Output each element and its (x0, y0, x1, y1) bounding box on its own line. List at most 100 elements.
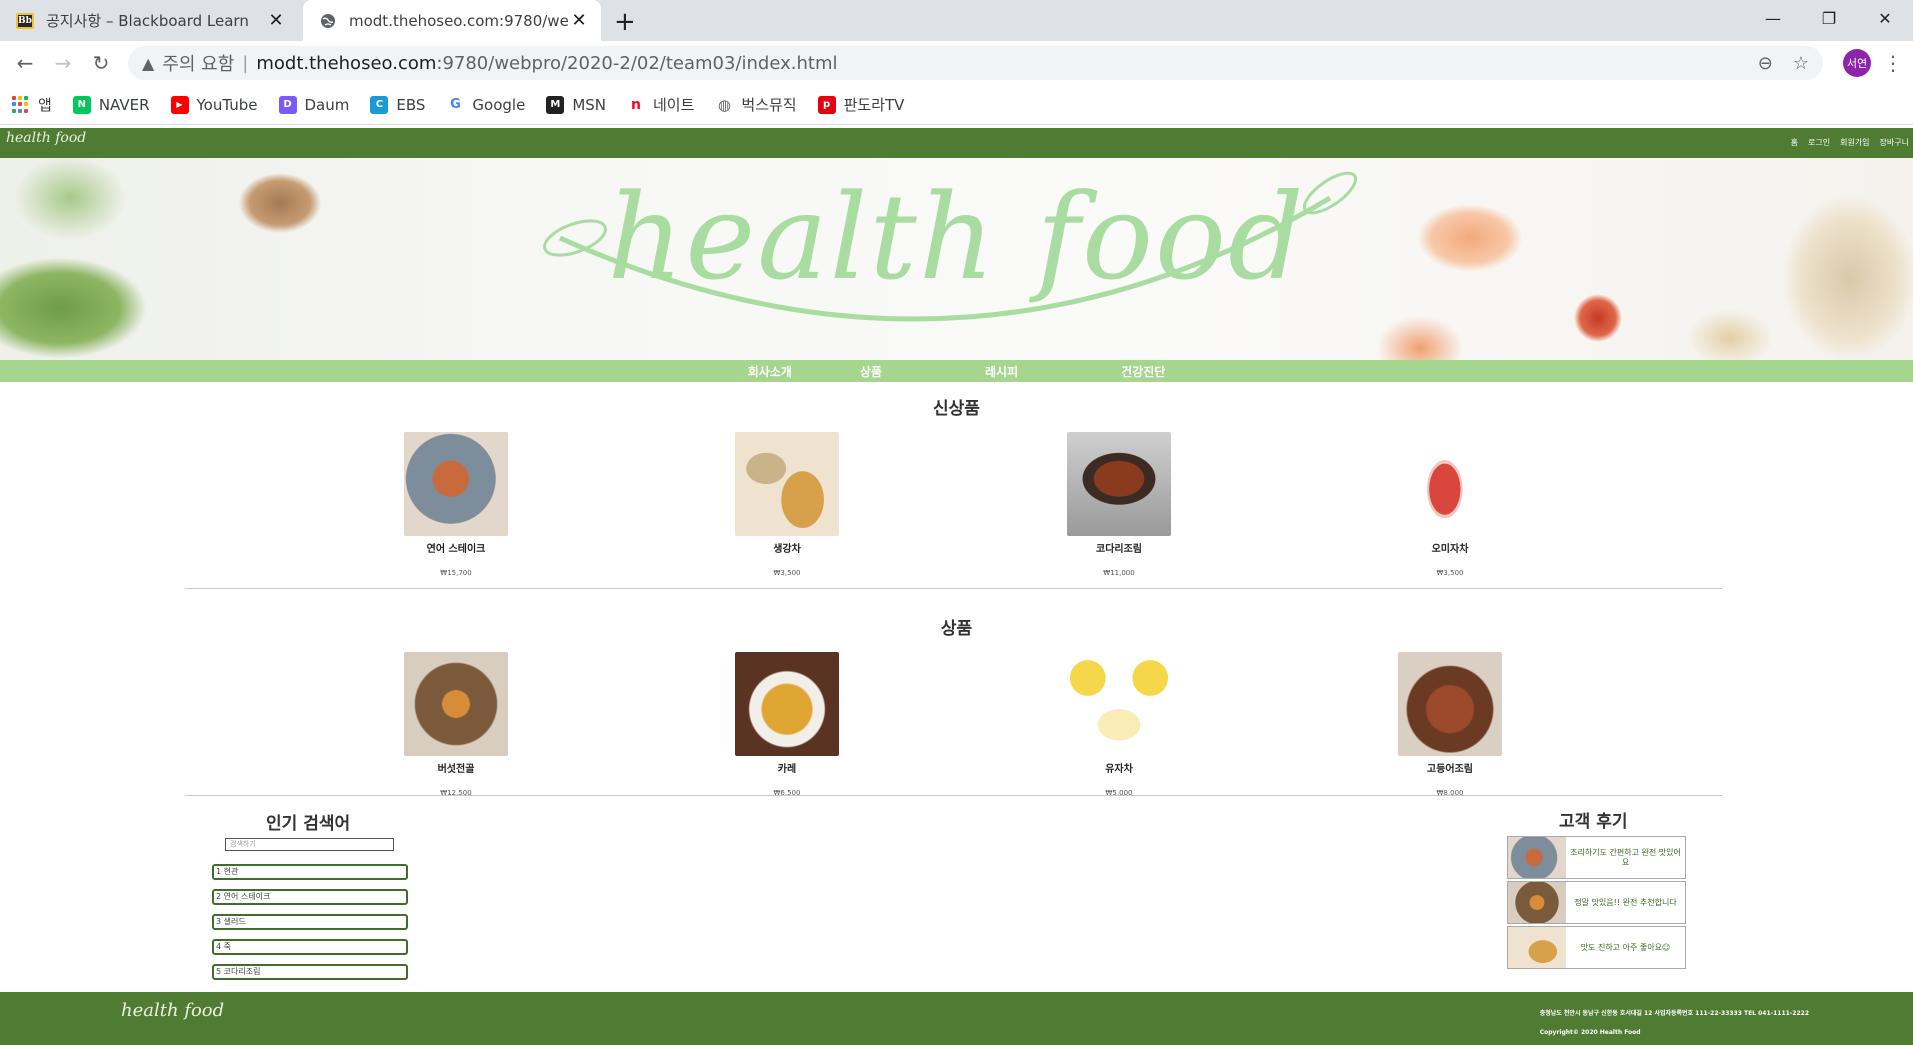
address-separator: | (242, 52, 249, 74)
product-name[interactable]: 오미자차 (1398, 540, 1502, 555)
menu-recipes[interactable]: 레시피 (985, 363, 1018, 380)
web-page: health food 홈 로그인 회원가입 장바구니 health food … (0, 128, 1913, 1045)
tab-title: modt.thehoseo.com:9780/webpro/2020-2/02/… (349, 11, 569, 30)
profile-avatar[interactable]: 서연 (1843, 49, 1871, 77)
product-image[interactable] (1067, 432, 1171, 536)
signup-link[interactable]: 회원가입 (1840, 137, 1869, 148)
bottom-section: 인기 검색어 검색하기 1 현관 2 연어 스테이크 3 샐러드 4 죽 5 코… (0, 796, 1913, 996)
product-name[interactable]: 버섯전골 (404, 760, 508, 775)
keyword-item[interactable]: 3 샐러드 (212, 914, 408, 930)
customer-reviews-title: 고객 후기 (1559, 812, 1628, 832)
product-name[interactable]: 고등어조림 (1398, 760, 1502, 775)
product-card[interactable]: 버섯전골 ₩12,500 (404, 652, 508, 797)
back-arrow-icon[interactable]: ← (8, 46, 42, 80)
bookmark-daum[interactable]: D Daum (278, 95, 350, 114)
hero-brand-text: health food (607, 168, 1306, 306)
review-text: 맛도 진하고 아주 좋아요☺ (1580, 942, 1671, 952)
review-card[interactable]: 정말 맛있음!! 완전 추천합니다 (1507, 881, 1686, 924)
url-host: modt.thehoseo.com (256, 52, 437, 74)
bookmark-bugs[interactable]: ◍ 벅스뮤직 (715, 94, 797, 115)
bookmark-google[interactable]: G Google (446, 95, 525, 114)
menu-products[interactable]: 상품 (860, 363, 882, 380)
review-text: 정말 맛있음!! 완전 추천합니다 (1574, 897, 1677, 907)
site-topbar: health food 홈 로그인 회원가입 장바구니 (0, 128, 1913, 158)
product-image[interactable] (735, 432, 839, 536)
cart-link[interactable]: 장바구니 (1880, 137, 1909, 148)
keyword-item[interactable]: 1 현관 (212, 864, 408, 880)
forward-arrow-icon[interactable]: → (46, 46, 80, 80)
footer-logo[interactable]: health food (121, 1000, 224, 1021)
security-label[interactable]: 주의 요함 (162, 50, 234, 76)
product-image[interactable] (404, 432, 508, 536)
bookmark-nate[interactable]: n 네이트 (627, 94, 694, 115)
product-card[interactable]: 코다리조림 ₩11,000 (1067, 432, 1171, 577)
login-link[interactable]: 로그인 (1808, 137, 1830, 148)
nate-icon: n (627, 95, 645, 114)
bookmark-label: 벅스뮤직 (741, 96, 797, 114)
bookmark-label: MSN (572, 95, 606, 114)
minimize-button[interactable]: — (1745, 0, 1801, 36)
review-card[interactable]: 맛도 진하고 아주 좋아요☺ (1507, 926, 1686, 969)
product-image[interactable] (1067, 652, 1171, 756)
product-card[interactable]: 고등어조림 ₩8,000 (1398, 652, 1502, 797)
product-image[interactable] (1398, 432, 1502, 536)
google-icon: G (446, 95, 465, 114)
product-name[interactable]: 코다리조림 (1067, 540, 1171, 555)
bookmark-naver[interactable]: N NAVER (72, 95, 150, 114)
menu-health-check[interactable]: 건강진단 (1121, 363, 1165, 380)
bookmark-pandora[interactable]: p 판도라TV (817, 94, 905, 115)
bookmark-msn[interactable]: M MSN (546, 95, 606, 114)
bookmark-youtube[interactable]: ▶ YouTube (170, 95, 258, 114)
tab-close-icon[interactable]: ✕ (569, 10, 589, 31)
pandora-icon: p (817, 95, 836, 114)
product-card[interactable]: 유자차 ₩5,000 (1067, 652, 1171, 797)
footer-copyright: Copyright© 2020 Health Food (1539, 1029, 1641, 1036)
bookmark-label: Daum (304, 95, 350, 114)
review-card[interactable]: 조리하기도 간편하고 완전 맛있어요 (1507, 836, 1686, 879)
product-card[interactable]: 오미자차 ₩3,500 (1398, 432, 1502, 577)
tab-blackboard[interactable]: Bb 공지사항 – Blackboard Learn ✕ (0, 0, 298, 41)
bookmark-star-icon[interactable]: ☆ (1793, 53, 1809, 74)
product-card[interactable]: 생강차 ₩3,500 (735, 432, 839, 577)
product-name[interactable]: 연어 스테이크 (404, 540, 508, 555)
bookmark-ebs[interactable]: C EBS (370, 95, 426, 114)
products-row: 버섯전골 ₩12,500 카레 ₩6,500 유자차 ₩5,000 고등어조림 … (0, 652, 1913, 802)
product-name[interactable]: 생강차 (735, 540, 839, 555)
keyword-item[interactable]: 2 연어 스테이크 (212, 889, 408, 905)
menu-kebab-icon[interactable]: ⋮ (1881, 51, 1905, 75)
site-logo[interactable]: health food (6, 130, 86, 146)
keyword-item[interactable]: 5 코다리조림 (212, 964, 408, 980)
warning-triangle-icon[interactable]: ▲ (142, 54, 154, 73)
product-name[interactable]: 카레 (735, 760, 839, 775)
product-image[interactable] (404, 652, 508, 756)
section-divider (185, 588, 1722, 589)
bookmark-label: EBS (396, 95, 426, 114)
product-card[interactable]: 연어 스테이크 ₩15,700 (404, 432, 508, 577)
close-window-button[interactable]: ✕ (1857, 0, 1913, 36)
restore-button[interactable]: ❐ (1801, 0, 1857, 36)
keyword-item[interactable]: 4 죽 (212, 939, 408, 955)
product-price: ₩3,500 (1436, 569, 1464, 577)
url-path: :9780/webpro/2020-2/02/team03/index.html (436, 52, 838, 74)
popular-keywords-title: 인기 검색어 (266, 814, 351, 834)
reload-icon[interactable]: ↻ (84, 46, 118, 80)
product-image[interactable] (1398, 652, 1502, 756)
bookmark-label: 네이트 (653, 96, 695, 114)
product-name[interactable]: 유자차 (1067, 760, 1171, 775)
tab-close-icon[interactable]: ✕ (266, 10, 286, 31)
blackboard-favicon-icon: Bb (16, 12, 34, 29)
menu-company[interactable]: 회사소개 (748, 363, 792, 380)
zoom-out-icon[interactable]: ⊖ (1758, 53, 1773, 74)
address-bar[interactable]: ▲ 주의 요함 | modt.thehoseo.com:9780/webpro/… (128, 46, 1823, 80)
review-thumbnail (1508, 837, 1566, 878)
tab-active-site[interactable]: modt.thehoseo.com:9780/webpro/2020-2/02/… (303, 0, 601, 41)
search-input[interactable]: 검색하기 (225, 838, 394, 851)
bookmark-apps[interactable]: 앱 (12, 94, 52, 115)
new-products-row: 연어 스테이크 ₩15,700 생강차 ₩3,500 코다리조림 ₩11,000… (0, 432, 1913, 582)
bookmark-label: 판도라TV (843, 96, 905, 114)
footer-address: 충청남도 천안시 동남구 신한동 호서대길 12 사업자등록번호 111-22-… (1539, 1010, 1809, 1017)
home-link[interactable]: 홈 (1791, 137, 1798, 148)
product-image[interactable] (735, 652, 839, 756)
new-tab-button[interactable]: + (614, 7, 636, 37)
product-card[interactable]: 카레 ₩6,500 (735, 652, 839, 797)
